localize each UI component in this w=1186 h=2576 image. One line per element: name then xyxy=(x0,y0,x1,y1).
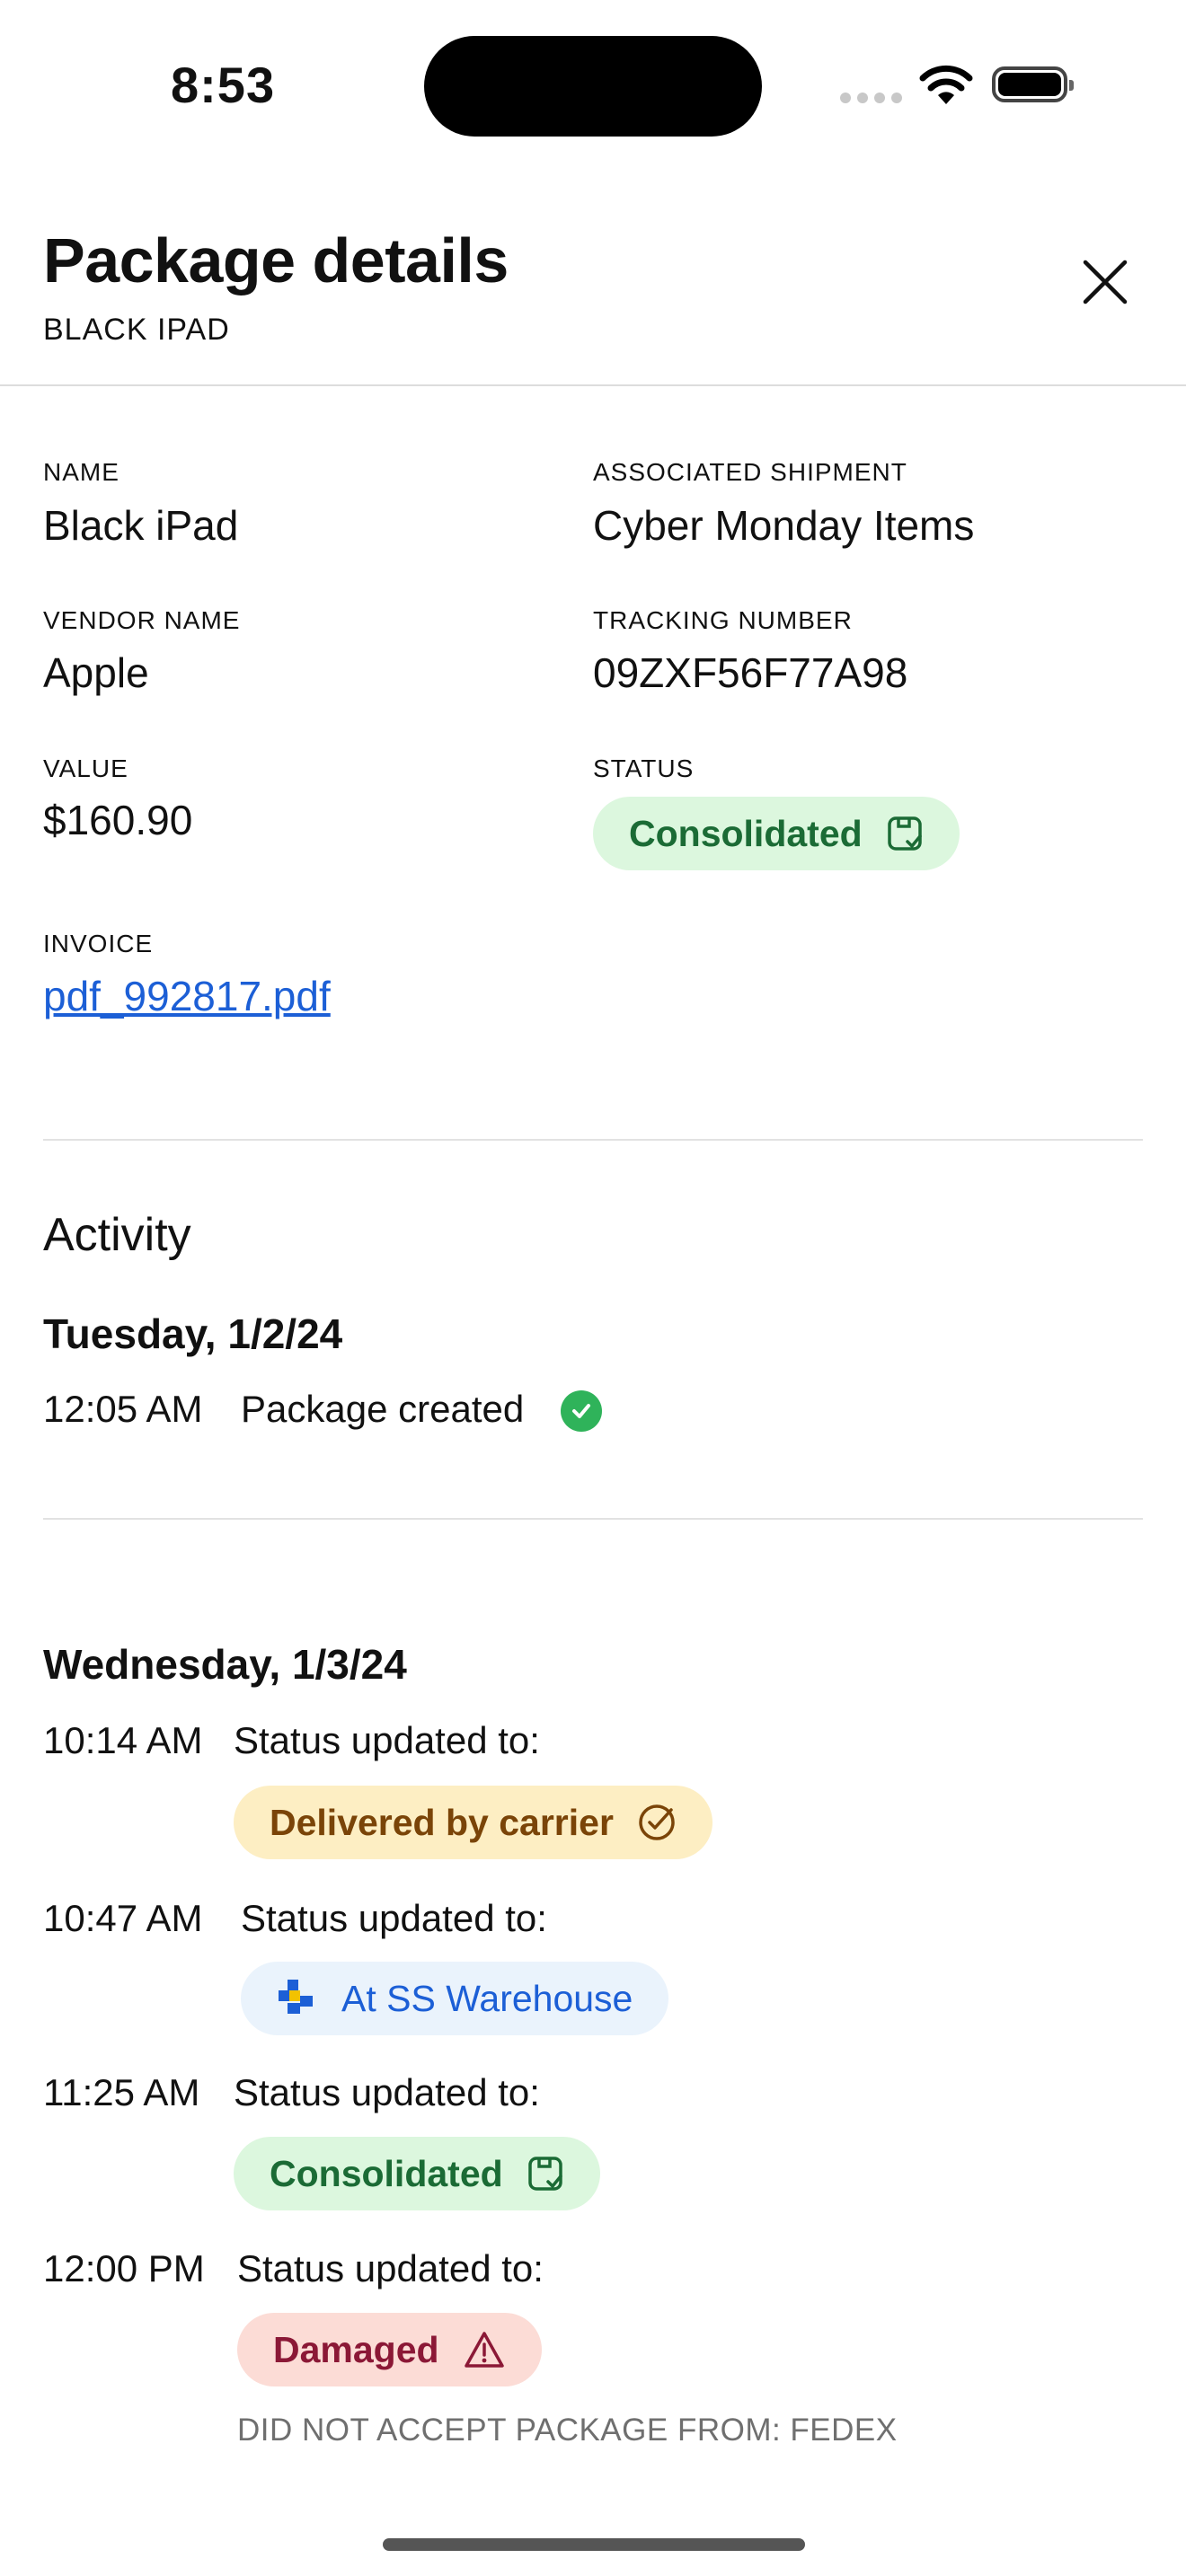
status-badge: Consolidated xyxy=(593,797,960,870)
status-time: 8:53 xyxy=(171,57,276,113)
event-text: Status updated to: xyxy=(234,1719,540,1761)
warehouse-logo-icon xyxy=(279,1980,313,2014)
shipment-label: ASSOCIATED SHIPMENT xyxy=(593,458,907,486)
dynamic-island xyxy=(424,36,762,137)
page-subtitle: BLACK IPAD xyxy=(43,313,230,347)
close-icon[interactable] xyxy=(1076,253,1134,311)
value-value: $160.90 xyxy=(43,797,193,843)
name-label: NAME xyxy=(43,458,119,486)
header-divider xyxy=(0,384,1186,386)
activity-day-date: Tuesday, 1/2/24 xyxy=(43,1310,343,1357)
event-time: 10:47 AM xyxy=(43,1897,203,1939)
day-divider xyxy=(43,1518,1143,1520)
cellular-signal-icon xyxy=(840,93,902,103)
event-time: 12:00 PM xyxy=(43,2247,205,2289)
event-text: Status updated to: xyxy=(234,2071,540,2113)
tracking-label: TRACKING NUMBER xyxy=(593,606,853,634)
section-divider xyxy=(43,1139,1143,1141)
event-text: Status updated to: xyxy=(237,2247,544,2289)
event-text: Package created xyxy=(241,1388,525,1430)
check-circle-icon xyxy=(561,1390,602,1432)
activity-day-date: Wednesday, 1/3/24 xyxy=(43,1641,407,1688)
status-badge: At SS Warehouse xyxy=(241,1962,669,2035)
status-badge-label: Consolidated xyxy=(270,2152,503,2194)
event-note: DID NOT ACCEPT PACKAGE FROM: FEDEX xyxy=(237,2413,898,2448)
event-time: 10:14 AM xyxy=(43,1719,203,1761)
tracking-value: 09ZXF56F77A98 xyxy=(593,649,908,696)
shipment-value: Cyber Monday Items xyxy=(593,502,975,549)
home-indicator[interactable] xyxy=(383,2538,805,2551)
box-check-icon xyxy=(527,2157,562,2191)
box-check-icon xyxy=(887,816,922,851)
status-badge: Damaged xyxy=(237,2313,542,2386)
status-badge-label: Delivered by carrier xyxy=(270,1801,614,1843)
name-value: Black iPad xyxy=(43,502,239,549)
invoice-link[interactable]: pdf_992817.pdf xyxy=(43,972,331,1020)
status-badge-label: Damaged xyxy=(273,2328,439,2370)
warning-triangle-icon xyxy=(464,2332,504,2368)
page-title: Package details xyxy=(43,225,509,296)
vendor-value: Apple xyxy=(43,649,149,696)
status-label: STATUS xyxy=(593,754,695,782)
event-time: 12:05 AM xyxy=(43,1388,203,1430)
event-text: Status updated to: xyxy=(241,1897,547,1939)
event-time: 11:25 AM xyxy=(43,2071,200,2113)
status-badge-label: At SS Warehouse xyxy=(341,1977,633,2019)
battery-icon xyxy=(992,66,1074,102)
vendor-label: VENDOR NAME xyxy=(43,606,241,634)
circle-check-icon xyxy=(639,1804,675,1840)
status-badge-label: Consolidated xyxy=(629,812,863,854)
wifi-icon xyxy=(919,65,973,104)
invoice-label: INVOICE xyxy=(43,930,154,957)
status-badge: Delivered by carrier xyxy=(234,1786,712,1859)
activity-title: Activity xyxy=(43,1209,191,1261)
value-label: VALUE xyxy=(43,754,128,782)
status-badge: Consolidated xyxy=(234,2137,600,2210)
